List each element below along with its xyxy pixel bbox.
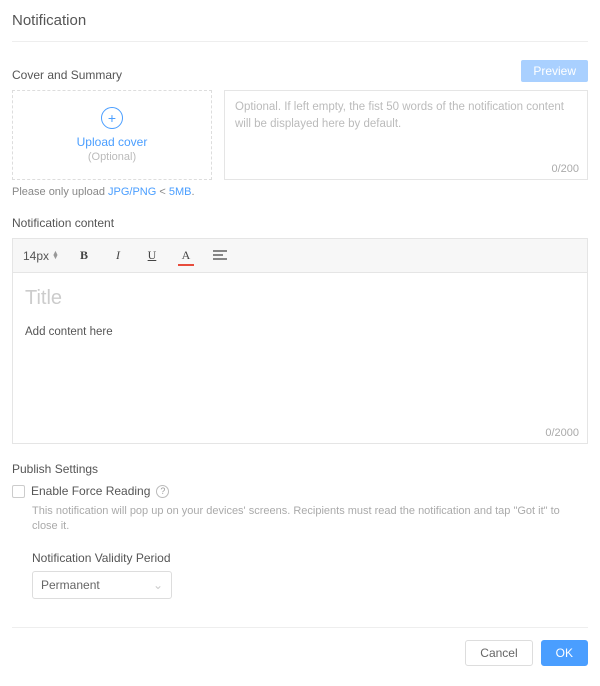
upload-hint-formats: JPG/PNG xyxy=(108,186,156,198)
cover-summary-label: Cover and Summary xyxy=(12,68,122,82)
preview-button[interactable]: Preview xyxy=(521,60,588,82)
upload-hint: Please only upload JPG/PNG < 5MB. xyxy=(12,186,588,198)
help-icon[interactable]: ? xyxy=(156,485,169,498)
summary-textarea[interactable]: Optional. If left empty, the fist 50 wor… xyxy=(224,90,588,180)
validity-period-value: Permanent xyxy=(41,578,100,592)
title-input-placeholder: Title xyxy=(25,287,575,310)
ok-button[interactable]: OK xyxy=(541,640,588,666)
validity-period-label: Notification Validity Period xyxy=(32,551,588,565)
upload-hint-size: 5MB xyxy=(169,186,192,198)
align-button[interactable] xyxy=(211,247,229,265)
editor: 14px ▲▼ B I U A Title Add content here 0… xyxy=(12,238,588,444)
upload-cover-optional: (Optional) xyxy=(88,151,136,163)
cover-summary-section: Cover and Summary Preview + Upload cover… xyxy=(12,60,588,198)
text-color-button[interactable]: A xyxy=(177,247,195,265)
force-reading-checkbox[interactable] xyxy=(12,485,25,498)
upload-cover-label: Upload cover xyxy=(77,135,148,149)
page-title: Notification xyxy=(12,12,588,42)
editor-body[interactable]: Title Add content here 0/2000 xyxy=(13,273,587,443)
footer: Cancel OK xyxy=(12,627,588,666)
content-section-label: Notification content xyxy=(12,216,588,230)
content-counter: 0/2000 xyxy=(545,427,579,439)
italic-button[interactable]: I xyxy=(109,247,127,265)
publish-settings-section: Publish Settings Enable Force Reading ? … xyxy=(12,462,588,599)
chevron-down-icon: ⌄ xyxy=(153,578,163,592)
publish-settings-label: Publish Settings xyxy=(12,462,588,476)
force-reading-desc: This notification will pop up on your de… xyxy=(32,504,588,535)
underline-button[interactable]: U xyxy=(143,247,161,265)
force-reading-label: Enable Force Reading xyxy=(31,484,150,498)
validity-period-select[interactable]: Permanent ⌄ xyxy=(32,571,172,599)
upload-cover-box[interactable]: + Upload cover (Optional) xyxy=(12,90,212,180)
summary-placeholder: Optional. If left empty, the fist 50 wor… xyxy=(235,99,577,134)
sort-icon: ▲▼ xyxy=(52,252,59,260)
content-section: Notification content 14px ▲▼ B I U A Tit… xyxy=(12,216,588,444)
plus-icon: + xyxy=(101,107,123,129)
content-input-placeholder: Add content here xyxy=(25,326,575,338)
cancel-button[interactable]: Cancel xyxy=(465,640,532,666)
editor-toolbar: 14px ▲▼ B I U A xyxy=(13,239,587,273)
summary-counter: 0/200 xyxy=(551,163,579,175)
fontsize-select[interactable]: 14px ▲▼ xyxy=(23,249,59,263)
bold-button[interactable]: B xyxy=(75,247,93,265)
